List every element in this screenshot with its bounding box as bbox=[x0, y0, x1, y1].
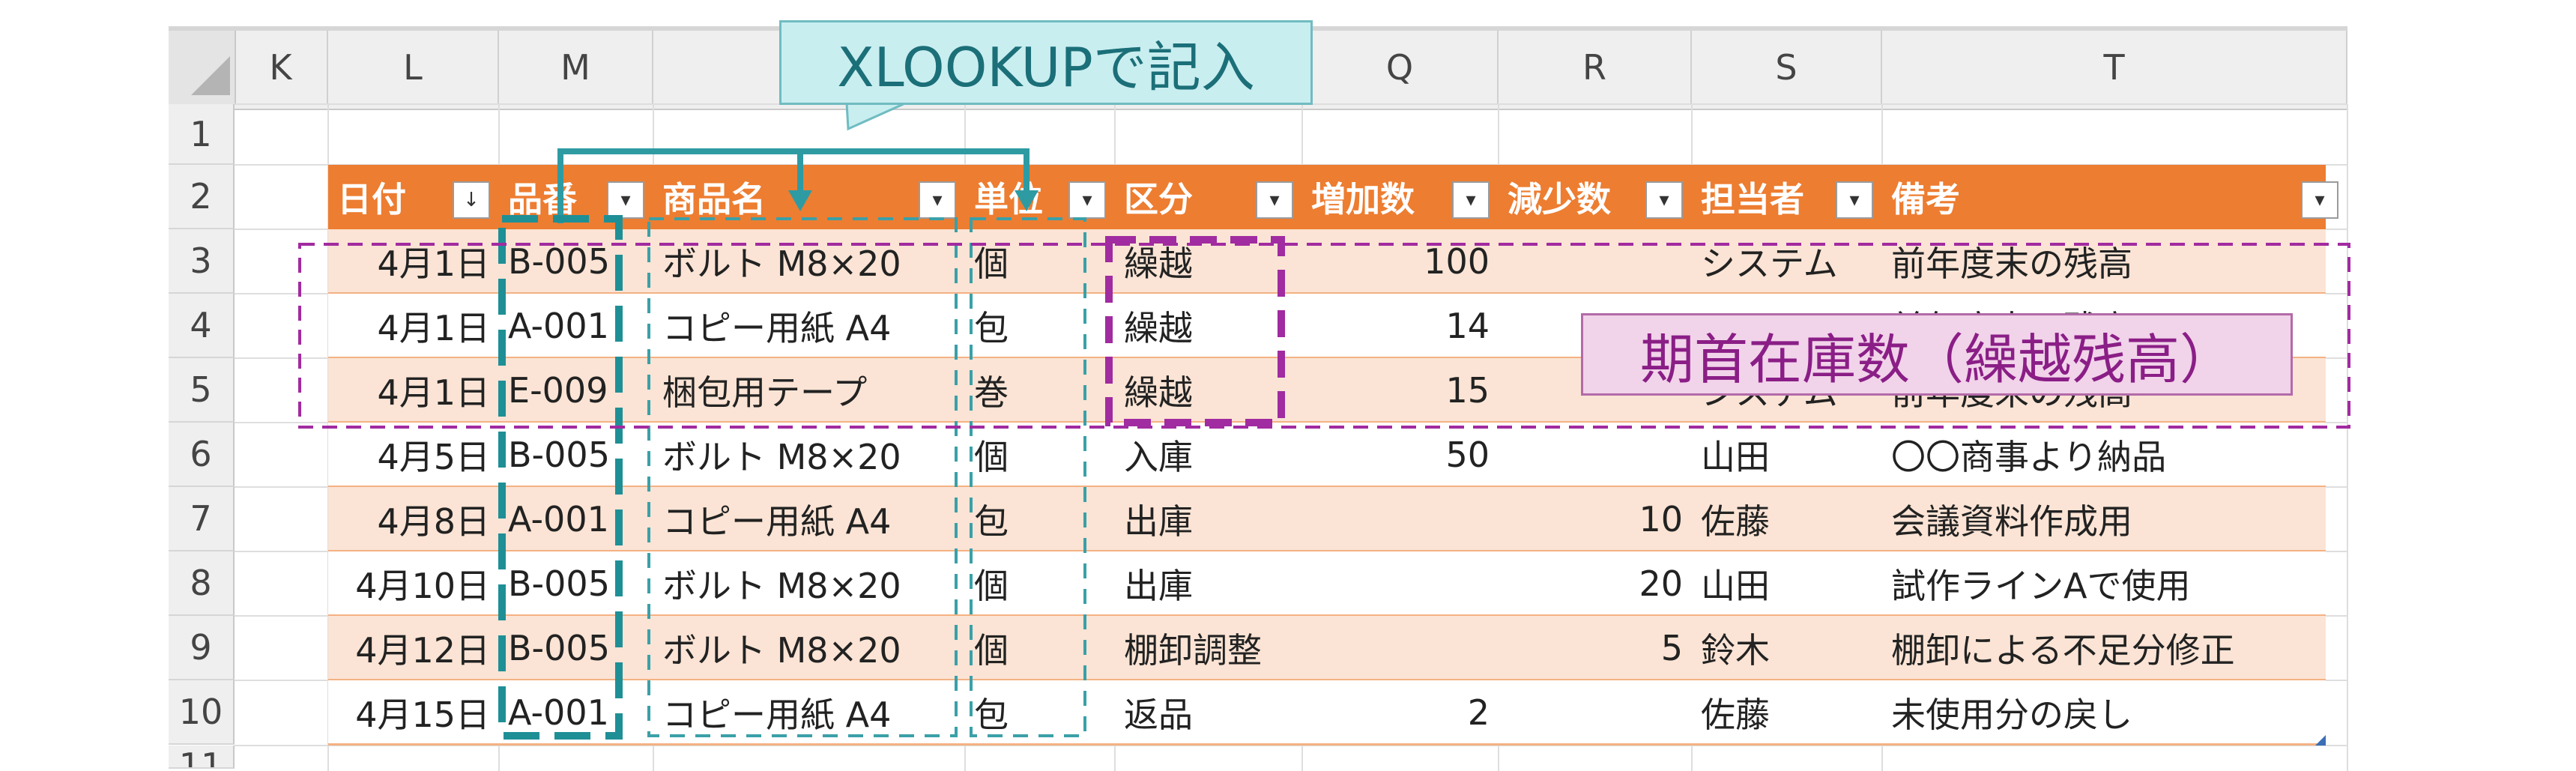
column-header-r[interactable]: R bbox=[1499, 31, 1692, 104]
cell-category[interactable]: 返品 bbox=[1115, 680, 1302, 745]
cell-item-code[interactable]: A-001 bbox=[499, 294, 653, 358]
cell-product-name[interactable]: ボルト M8×20 bbox=[653, 616, 965, 680]
filter-button-decrease[interactable]: ▾ bbox=[1645, 181, 1683, 219]
filter-button-item-code[interactable]: ▾ bbox=[607, 181, 644, 219]
cell-item-code[interactable]: B-005 bbox=[499, 423, 653, 487]
xlookup-callout: XLOOKUPで記入 bbox=[779, 20, 1313, 105]
cell-decrease[interactable]: 5 bbox=[1499, 616, 1692, 680]
cell-increase[interactable] bbox=[1302, 487, 1499, 551]
cell-staff[interactable]: 山田 bbox=[1692, 551, 1882, 616]
cell-remarks[interactable]: 棚卸による不足分修正 bbox=[1882, 616, 2347, 680]
row-header-7[interactable]: 7 bbox=[169, 487, 235, 551]
column-header-k[interactable]: K bbox=[235, 31, 328, 104]
cell-product-name[interactable]: ボルト M8×20 bbox=[653, 229, 965, 294]
cell-increase[interactable]: 100 bbox=[1302, 229, 1499, 294]
cell-unit[interactable]: 包 bbox=[965, 680, 1115, 745]
table-resize-handle[interactable] bbox=[2315, 735, 2326, 746]
cell-item-code[interactable]: A-001 bbox=[499, 487, 653, 551]
cell-staff[interactable]: 山田 bbox=[1692, 423, 1882, 487]
cell-category[interactable]: 繰越 bbox=[1115, 358, 1302, 423]
cell-category[interactable]: 出庫 bbox=[1115, 551, 1302, 616]
filter-button-staff[interactable]: ▾ bbox=[1836, 181, 1873, 219]
cell-date[interactable]: 4月5日 bbox=[328, 423, 499, 487]
filter-button-unit[interactable]: ▾ bbox=[1068, 181, 1106, 219]
cell-decrease[interactable] bbox=[1499, 680, 1692, 745]
cell-unit[interactable]: 包 bbox=[965, 294, 1115, 358]
row-header-9[interactable]: 9 bbox=[169, 616, 235, 680]
spreadsheet: KLMNOPQRST 1234567891011 日付↓品番▾商品名▾単位▾区分… bbox=[0, 0, 2576, 771]
cell-staff[interactable]: システム bbox=[1692, 229, 1882, 294]
row-header-3[interactable]: 3 bbox=[169, 229, 235, 294]
cell-increase[interactable]: 15 bbox=[1302, 358, 1499, 423]
column-header-t[interactable]: T bbox=[1882, 31, 2347, 104]
column-header-s[interactable]: S bbox=[1692, 31, 1882, 104]
cell-date[interactable]: 4月1日 bbox=[328, 229, 499, 294]
column-header-q[interactable]: Q bbox=[1302, 31, 1499, 104]
cell-remarks[interactable]: 未使用分の戻し bbox=[1882, 680, 2347, 745]
row-header-11[interactable]: 11 bbox=[169, 746, 235, 769]
cell-item-code[interactable]: B-005 bbox=[499, 229, 653, 294]
cell-remarks[interactable]: 試作ラインAで使用 bbox=[1882, 551, 2347, 616]
row-header-2[interactable]: 2 bbox=[169, 165, 235, 229]
cell-unit[interactable]: 包 bbox=[965, 487, 1115, 551]
cell-product-name[interactable]: 梱包用テープ bbox=[653, 358, 965, 423]
row-header-1[interactable]: 1 bbox=[169, 104, 235, 165]
cell-remarks[interactable]: 会議資料作成用 bbox=[1882, 487, 2347, 551]
row-header-10[interactable]: 10 bbox=[169, 680, 235, 745]
cell-staff[interactable]: 佐藤 bbox=[1692, 487, 1882, 551]
table-header-remarks: 備考 bbox=[1891, 179, 1960, 220]
cell-item-code[interactable]: B-005 bbox=[499, 616, 653, 680]
cell-decrease[interactable]: 10 bbox=[1499, 487, 1692, 551]
cell-category[interactable]: 繰越 bbox=[1115, 229, 1302, 294]
select-all-triangle-icon bbox=[191, 56, 230, 95]
cell-product-name[interactable]: コピー用紙 A4 bbox=[653, 680, 965, 745]
cell-increase[interactable] bbox=[1302, 616, 1499, 680]
cell-unit[interactable]: 個 bbox=[965, 229, 1115, 294]
cell-unit[interactable]: 個 bbox=[965, 423, 1115, 487]
cell-category[interactable]: 入庫 bbox=[1115, 423, 1302, 487]
cell-date[interactable]: 4月8日 bbox=[328, 487, 499, 551]
cell-category[interactable]: 繰越 bbox=[1115, 294, 1302, 358]
filter-button-increase[interactable]: ▾ bbox=[1452, 181, 1490, 219]
cell-item-code[interactable]: E-009 bbox=[499, 358, 653, 423]
cell-category[interactable]: 出庫 bbox=[1115, 487, 1302, 551]
cell-increase[interactable]: 50 bbox=[1302, 423, 1499, 487]
cell-staff[interactable]: 鈴木 bbox=[1692, 616, 1882, 680]
cell-date[interactable]: 4月12日 bbox=[328, 616, 499, 680]
cell-item-code[interactable]: B-005 bbox=[499, 551, 653, 616]
cell-increase[interactable]: 2 bbox=[1302, 680, 1499, 745]
cell-decrease[interactable] bbox=[1499, 423, 1692, 487]
cell-decrease[interactable] bbox=[1499, 229, 1692, 294]
cell-remarks[interactable]: 前年度末の残高 bbox=[1882, 229, 2347, 294]
cell-product-name[interactable]: コピー用紙 A4 bbox=[653, 487, 965, 551]
cell-unit[interactable]: 巻 bbox=[965, 358, 1115, 423]
cell-product-name[interactable]: ボルト M8×20 bbox=[653, 551, 965, 616]
cell-date[interactable]: 4月1日 bbox=[328, 358, 499, 423]
row-header-5[interactable]: 5 bbox=[169, 358, 235, 423]
cell-date[interactable]: 4月10日 bbox=[328, 551, 499, 616]
cell-unit[interactable]: 個 bbox=[965, 616, 1115, 680]
column-header-l[interactable]: L bbox=[328, 31, 499, 104]
cell-product-name[interactable]: コピー用紙 A4 bbox=[653, 294, 965, 358]
sort-filter-button-date[interactable]: ↓ bbox=[453, 181, 490, 219]
cell-remarks[interactable]: 〇〇商事より納品 bbox=[1882, 423, 2347, 487]
column-header-m[interactable]: M bbox=[499, 31, 653, 104]
row-header-4[interactable]: 4 bbox=[169, 294, 235, 358]
cell-date[interactable]: 4月15日 bbox=[328, 680, 499, 745]
row-header-6[interactable]: 6 bbox=[169, 423, 235, 487]
row-header-8[interactable]: 8 bbox=[169, 551, 235, 616]
cell-product-name[interactable]: ボルト M8×20 bbox=[653, 423, 965, 487]
opening-stock-callout: 期首在庫数（繰越残高） bbox=[1581, 313, 2293, 396]
cell-staff[interactable]: 佐藤 bbox=[1692, 680, 1882, 745]
cell-unit[interactable]: 個 bbox=[965, 551, 1115, 616]
filter-button-category[interactable]: ▾ bbox=[1256, 181, 1293, 219]
cell-increase[interactable] bbox=[1302, 551, 1499, 616]
cell-increase[interactable]: 14 bbox=[1302, 294, 1499, 358]
cell-date[interactable]: 4月1日 bbox=[328, 294, 499, 358]
filter-button-product-name[interactable]: ▾ bbox=[919, 181, 956, 219]
cell-item-code[interactable]: A-001 bbox=[499, 680, 653, 745]
cell-category[interactable]: 棚卸調整 bbox=[1115, 616, 1302, 680]
cell-decrease[interactable]: 20 bbox=[1499, 551, 1692, 616]
filter-button-remarks[interactable]: ▾ bbox=[2301, 181, 2338, 219]
